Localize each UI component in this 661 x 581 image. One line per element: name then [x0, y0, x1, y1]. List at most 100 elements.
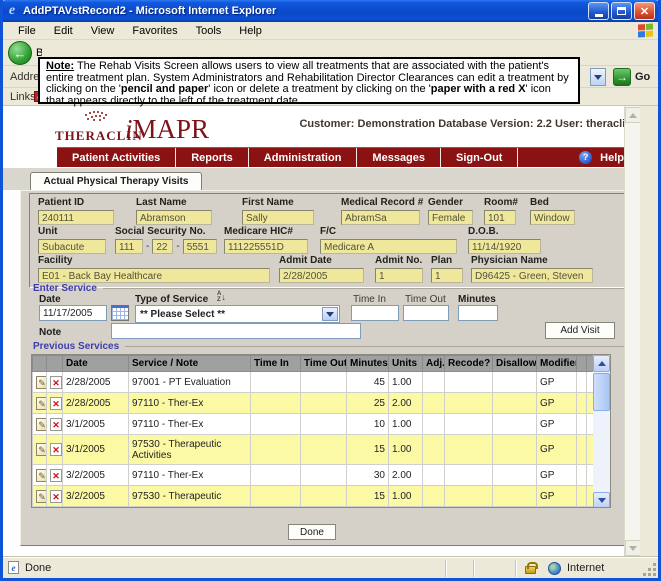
menu-favorites[interactable]: Favorites: [123, 23, 186, 39]
header-minutes: Minutes: [347, 356, 389, 372]
edit-icon[interactable]: ✎: [36, 397, 47, 410]
ssn-label: Social Security No.: [115, 226, 217, 237]
logo-dots: [85, 114, 87, 116]
header-time-in: Time In: [251, 356, 301, 372]
edit-icon[interactable]: ✎: [36, 418, 47, 431]
arrow-up-icon: [629, 113, 637, 118]
room-label: Room#: [484, 197, 518, 208]
patient-id-value: 240111: [38, 210, 114, 225]
add-visit-button[interactable]: Add Visit: [545, 322, 615, 339]
select-dropdown-arrow[interactable]: [322, 307, 338, 321]
time-in-input[interactable]: [351, 305, 399, 321]
header-units: Units: [389, 356, 423, 372]
menu-tools[interactable]: Tools: [187, 23, 231, 39]
delete-icon[interactable]: ✕: [50, 418, 62, 431]
window-scrollbar[interactable]: [624, 106, 640, 557]
main-panel: Patient ID 240111 Last Name Abramson Fir…: [20, 190, 637, 546]
type-of-service-value: ** Please Select **: [140, 309, 225, 320]
arrow-up-icon: [598, 361, 606, 366]
globe-icon: [548, 562, 561, 575]
delete-icon[interactable]: ✕: [50, 443, 62, 456]
menu-help[interactable]: Help: [230, 23, 271, 39]
resize-grip[interactable]: [653, 573, 656, 576]
delete-icon[interactable]: ✕: [50, 376, 62, 389]
time-out-input[interactable]: [403, 305, 449, 321]
field-admit-date: Admit Date 2/28/2005: [279, 255, 364, 283]
type-of-service-select[interactable]: ** Please Select **: [135, 305, 340, 323]
date-input[interactable]: [39, 305, 107, 321]
nav-reports[interactable]: Reports: [176, 148, 249, 167]
calendar-icon[interactable]: [111, 305, 129, 321]
scroll-up-button[interactable]: [593, 355, 610, 372]
scroll-down-button[interactable]: [593, 492, 610, 508]
scrollbar-thumb[interactable]: [593, 373, 610, 411]
delete-icon[interactable]: ✕: [50, 469, 62, 482]
menu-file[interactable]: File: [9, 23, 45, 39]
nav-administration[interactable]: Administration: [249, 148, 358, 167]
field-plan: Plan 1: [431, 255, 463, 283]
nav-sign-out[interactable]: Sign-Out: [441, 148, 518, 167]
menu-edit[interactable]: Edit: [45, 23, 82, 39]
menu-view[interactable]: View: [82, 23, 124, 39]
cell-modifiers: GP: [537, 372, 577, 393]
table-header-row: Date Service / Note Time In Time Out Min…: [33, 356, 596, 372]
cell-delete: ✕: [47, 372, 63, 393]
arrow-down-icon: [598, 498, 606, 503]
cell-service: 97001 - PT Evaluation: [129, 372, 251, 393]
scroll-down-button[interactable]: [625, 540, 640, 556]
tab-actual-pt-visits[interactable]: Actual Physical Therapy Visits: [30, 172, 202, 191]
windows-logo-icon: [638, 23, 654, 38]
time-out-label: Time Out: [405, 294, 446, 305]
cell-date: 3/1/2005: [63, 435, 129, 465]
cell-extra: [577, 414, 587, 435]
chevron-down-icon: [326, 312, 334, 317]
cell-time-in: [251, 414, 301, 435]
az-sort-icon[interactable]: AZ ↓: [217, 291, 226, 303]
scroll-up-button[interactable]: [625, 107, 640, 123]
previous-services-table: Date Service / Note Time In Time Out Min…: [31, 354, 611, 508]
nav-messages[interactable]: Messages: [357, 148, 441, 167]
cell-date: 3/2/2005: [63, 486, 129, 507]
field-patient-id: Patient ID 240111: [38, 197, 114, 225]
edit-icon[interactable]: ✎: [36, 376, 47, 389]
delete-icon[interactable]: ✕: [50, 490, 62, 503]
done-button[interactable]: Done: [288, 524, 336, 540]
help-label[interactable]: Help: [600, 152, 624, 164]
minutes-input[interactable]: [458, 305, 498, 321]
minimize-button[interactable]: [588, 2, 609, 20]
ssn-part3: 5551: [183, 239, 217, 254]
go-button[interactable]: →: [613, 68, 631, 86]
close-icon: ✕: [640, 5, 649, 18]
table-scrollbar[interactable]: [593, 355, 610, 508]
nav-patient-activities[interactable]: Patient Activities: [57, 148, 176, 167]
edit-icon[interactable]: ✎: [36, 443, 47, 456]
nav-bar: Patient Activities Reports Administratio…: [57, 147, 638, 167]
help-icon[interactable]: ?: [579, 151, 592, 164]
cell-extra: [577, 372, 587, 393]
arrow-down-icon: [629, 546, 637, 551]
header-extra1: [577, 356, 587, 372]
close-button[interactable]: ✕: [634, 2, 655, 20]
back-button[interactable]: ←: [8, 41, 32, 65]
edit-icon[interactable]: ✎: [36, 490, 47, 503]
go-arrow-icon: →: [616, 70, 628, 84]
edit-icon[interactable]: ✎: [36, 469, 47, 482]
gender-value: Female: [428, 210, 473, 225]
maximize-button[interactable]: [611, 2, 632, 20]
enter-service-section: Enter Service: [33, 283, 625, 294]
status-bar: e Done Internet: [3, 557, 658, 578]
delete-icon[interactable]: ✕: [50, 397, 62, 410]
cell-time-out: [301, 414, 347, 435]
cell-recode: [445, 435, 493, 465]
note-input[interactable]: [111, 323, 361, 339]
address-dropdown-arrow[interactable]: [590, 68, 606, 86]
note-label: Note:: [46, 60, 74, 72]
header-adj: Adj.: [423, 356, 445, 372]
admit-no-label: Admit No.: [375, 255, 423, 266]
patient-info-box: Patient ID 240111 Last Name Abramson Fir…: [29, 193, 633, 288]
cell-modifiers: GP: [537, 393, 577, 414]
field-dob: D.O.B. 11/14/1920: [468, 226, 541, 254]
go-label[interactable]: Go: [635, 71, 650, 83]
facility-value: E01 - Back Bay Healthcare: [38, 268, 270, 283]
physician-value: D96425 - Green, Steven: [471, 268, 593, 283]
